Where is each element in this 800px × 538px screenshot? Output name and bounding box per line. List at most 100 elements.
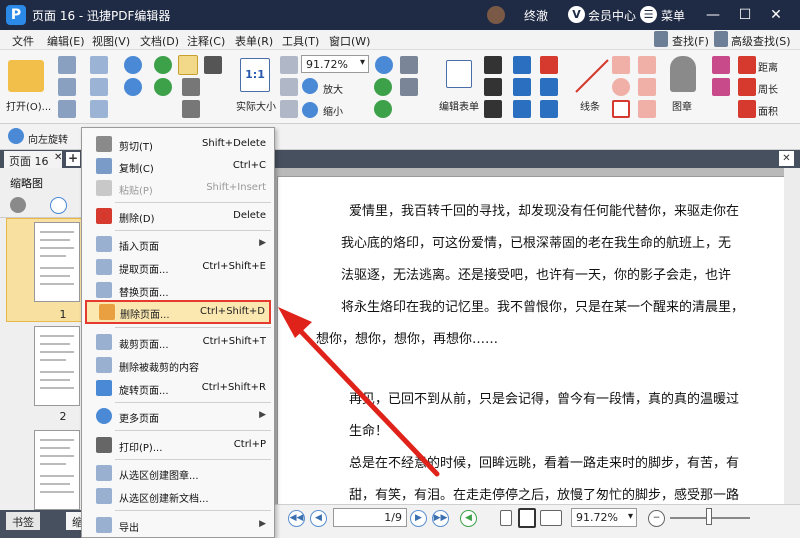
vip-icon[interactable]: V	[568, 6, 585, 23]
distance-button[interactable]: 距离	[758, 59, 778, 74]
maximize-button[interactable]: ☐	[735, 5, 755, 25]
rotate-left-button[interactable]: 向左旋转	[28, 131, 68, 146]
zoom-out-button[interactable]: 缩小	[323, 103, 343, 118]
ellipse-tool-icon[interactable]	[612, 78, 630, 96]
menu-icon[interactable]: ☰	[640, 6, 657, 23]
find-button[interactable]: 查找(F)	[672, 33, 709, 49]
undo-icon[interactable]	[124, 56, 142, 74]
rotate-cw-icon[interactable]	[374, 78, 392, 96]
pencil-tool-icon[interactable]	[638, 100, 656, 118]
radio-form-icon[interactable]	[484, 100, 502, 118]
arrow-tool-icon[interactable]	[612, 56, 630, 74]
menu-file[interactable]: 文件	[12, 33, 34, 49]
area-button[interactable]: 面积	[758, 103, 778, 118]
menu-item-create-document[interactable]: 从选区创建新文档...	[82, 486, 274, 507]
redo-icon[interactable]	[124, 78, 142, 96]
menu-item-more-pages[interactable]: 更多页面 ▶	[82, 406, 274, 427]
save-icon[interactable]	[58, 56, 76, 74]
menu-item-insert-page[interactable]: 插入页面 ▶	[82, 234, 274, 255]
menu-comment[interactable]: 注释(C)	[187, 33, 225, 49]
textfield-icon[interactable]	[484, 56, 502, 74]
close-document-button[interactable]: ✕	[779, 151, 794, 166]
menu-view[interactable]: 视图(V)	[92, 33, 130, 49]
line-button[interactable]: 线条	[580, 98, 600, 113]
perimeter-button[interactable]: 周长	[758, 81, 778, 96]
next-page-button[interactable]: ▶	[410, 510, 427, 527]
back-view-button[interactable]: ◀	[460, 510, 477, 527]
last-page-button[interactable]: ▶▶	[432, 510, 449, 527]
print-icon[interactable]	[58, 78, 76, 96]
textbox-icon[interactable]	[513, 78, 531, 96]
scan-icon[interactable]	[90, 78, 108, 96]
close-window-button[interactable]: ✕	[766, 5, 786, 25]
user-name[interactable]: 终澈	[524, 7, 548, 24]
menu-item-print[interactable]: 打印(P)... Ctrl+P	[82, 435, 274, 456]
zoom-in-thumb-icon[interactable]	[50, 197, 67, 214]
vertical-scrollbar[interactable]	[784, 168, 800, 504]
thumbnail-page-1[interactable]	[34, 222, 80, 302]
snapshot-icon[interactable]	[204, 56, 222, 74]
stamp-icon[interactable]	[670, 56, 696, 92]
image-select-icon[interactable]	[400, 78, 418, 96]
checkbox-form-icon[interactable]	[484, 78, 502, 96]
menu-tools[interactable]: 工具(T)	[282, 33, 319, 49]
menu-document[interactable]: 文档(D)	[140, 33, 179, 49]
zoom-select[interactable]: 91.72%	[301, 55, 369, 73]
rectangle-tool-icon[interactable]	[612, 100, 630, 118]
vip-center-link[interactable]: 会员中心	[588, 7, 636, 24]
stamp-button[interactable]: 图章	[672, 98, 692, 113]
advanced-find-button[interactable]: 高级查找(S)	[731, 33, 791, 49]
menu-item-copy[interactable]: 复制(C) Ctrl+C	[82, 156, 274, 177]
pdf-page[interactable]: 爱情里，我百转千回的寻找，却发现没有任何能代替你，来驱走你在 我心底的烙印，可这…	[277, 176, 794, 506]
menu-item-rotate-page[interactable]: 旋转页面... Ctrl+Shift+R	[82, 378, 274, 399]
menu-item-paste[interactable]: 粘贴(P) Shift+Insert	[82, 178, 274, 199]
first-page-button[interactable]: ◀◀	[288, 510, 305, 527]
callout-icon[interactable]	[513, 100, 531, 118]
menu-item-crop-page[interactable]: 裁剪页面... Ctrl+Shift+T	[82, 332, 274, 353]
zoom-in-button[interactable]: 放大	[323, 81, 343, 96]
rotate-ccw-icon[interactable]	[374, 100, 392, 118]
open-button[interactable]: 打开(O)...	[6, 98, 51, 113]
menu-item-cut[interactable]: 剪切(T) Shift+Delete	[82, 134, 274, 155]
prev-page-button[interactable]: ◀	[310, 510, 327, 527]
brush-icon[interactable]	[712, 56, 730, 74]
edit-form-icon[interactable]	[446, 60, 472, 88]
note-icon[interactable]	[540, 56, 558, 74]
tab-bookmarks[interactable]: 书签	[6, 512, 40, 530]
fit-width-icon[interactable]	[280, 78, 298, 96]
fit-page-icon[interactable]	[280, 56, 298, 74]
menu-edit[interactable]: 编辑(E)	[47, 33, 85, 49]
new-tab-button[interactable]: +	[66, 152, 80, 166]
menu-item-delete-cropped[interactable]: 删除被裁剪的内容	[82, 355, 274, 376]
back-icon[interactable]	[154, 56, 172, 74]
typewriter-icon[interactable]	[513, 56, 531, 74]
menu-item-replace-page[interactable]: 替换页面...	[82, 280, 274, 301]
continuous-page-icon[interactable]	[518, 508, 536, 528]
cloud-tool-icon[interactable]	[638, 78, 656, 96]
user-avatar[interactable]	[487, 6, 505, 24]
actual-size-icon[interactable]: 1:1	[240, 58, 270, 92]
tab-document[interactable]: 页面 16 ✕	[4, 151, 62, 168]
menu-item-extract-page[interactable]: 提取页面... Ctrl+Shift+E	[82, 257, 274, 278]
open-folder-icon[interactable]	[8, 60, 44, 92]
polygon-tool-icon[interactable]	[638, 56, 656, 74]
thumbnail-page-3[interactable]	[34, 430, 80, 510]
zoom-in-circle-icon[interactable]	[375, 56, 393, 74]
fit-visible-icon[interactable]	[280, 100, 298, 118]
email-icon[interactable]	[90, 56, 108, 74]
page-number-input[interactable]: 1/9	[333, 508, 407, 527]
zoom-out-status-button[interactable]: −	[648, 510, 665, 527]
line-tool-icon[interactable]	[572, 56, 612, 96]
minimize-button[interactable]: —	[703, 5, 723, 25]
select-object-icon[interactable]	[182, 100, 200, 118]
menu-item-delete[interactable]: 删除(D) Delete	[82, 206, 274, 227]
gear-icon[interactable]	[10, 197, 26, 213]
eraser-icon[interactable]	[712, 78, 730, 96]
single-page-icon[interactable]	[500, 510, 512, 526]
menu-form[interactable]: 表单(R)	[235, 33, 273, 49]
hand-tool-icon[interactable]	[178, 55, 198, 75]
actual-size-button[interactable]: 实际大小	[236, 98, 276, 113]
status-zoom-select[interactable]: 91.72%	[571, 508, 637, 527]
menu-button[interactable]: 菜单	[661, 7, 685, 24]
edit-form-button[interactable]: 编辑表单	[439, 98, 479, 113]
